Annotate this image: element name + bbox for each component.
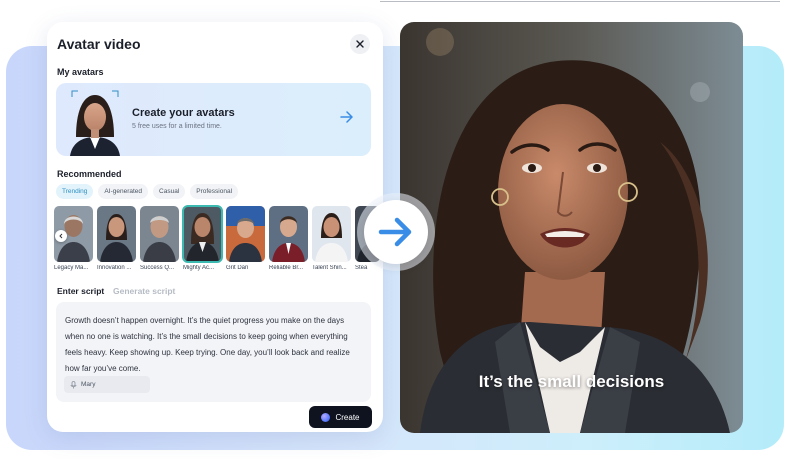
avatar-name: Talent Shin... (312, 265, 347, 271)
avatar-thumbnail (182, 205, 223, 263)
video-caption: It’s the small decisions (478, 372, 665, 391)
microphone-icon (70, 380, 77, 388)
avatar-video-panel: Avatar video My avatars Create your avat… (47, 22, 383, 432)
recommended-label: Recommended (57, 169, 122, 179)
script-text: Growth doesn’t happen overnight. It’s th… (65, 316, 350, 373)
carousel-scroll-left-button[interactable] (55, 230, 67, 242)
avatar-video-preview: It’s the small decisions (400, 22, 743, 433)
avatar-thumbnail (312, 206, 351, 262)
avatar-option[interactable]: Innovation ... (97, 206, 136, 271)
filter-chip-casual[interactable]: Casual (153, 184, 186, 199)
avatar-thumbnail (140, 206, 179, 262)
create-orb-icon (321, 412, 331, 422)
avatar-thumbnail (226, 206, 265, 262)
voice-selector[interactable]: Mary (64, 376, 150, 393)
avatar-name: Innovation ... (97, 265, 132, 271)
transform-arrow (364, 200, 428, 264)
avatar-name: Reliable Br... (269, 265, 304, 271)
panel-title: Avatar video (57, 36, 141, 52)
filter-chip-professional[interactable]: Professional (190, 184, 239, 199)
avatar-option[interactable]: Talent Shin... (312, 206, 351, 271)
avatar-thumbnail (269, 206, 308, 262)
avatar-option[interactable]: Success Q... (140, 206, 179, 271)
avatar-option[interactable]: Grit Dan (226, 206, 265, 271)
create-button-label: Create (335, 412, 360, 422)
avatar-option-selected[interactable]: Mighty Ac... (182, 205, 223, 271)
arrow-right-icon (378, 217, 412, 247)
close-button[interactable] (350, 34, 370, 54)
create-button[interactable]: Create (309, 406, 372, 428)
filter-chip-ai-generated[interactable]: AI-generated (98, 184, 149, 199)
chevron-left-icon (59, 233, 63, 239)
avatar-option[interactable]: Reliable Br... (269, 206, 308, 271)
avatar-name: Legacy Ma... (54, 265, 89, 271)
avatar-name: Grit Dan (226, 265, 249, 271)
filter-chip-trending[interactable]: Trending (56, 184, 94, 199)
avatar-name: Mighty Ac... (183, 265, 215, 271)
tab-enter-script[interactable]: Enter script (57, 286, 104, 296)
voice-name: Mary (81, 381, 96, 388)
filter-chips: Trending AI-generated Casual Professiona… (56, 184, 239, 199)
close-icon (356, 40, 364, 48)
top-divider (380, 1, 780, 2)
script-textarea[interactable]: Growth doesn’t happen overnight. It’s th… (56, 302, 371, 402)
avatar-portrait-image (70, 90, 120, 156)
arrow-right-icon (340, 111, 353, 123)
create-avatars-card[interactable]: Create your avatars 5 free uses for a li… (56, 83, 371, 156)
my-avatars-label: My avatars (57, 67, 104, 77)
avatar-carousel: Legacy Ma... Innovation ... Success Q... (54, 205, 380, 276)
create-card-title: Create your avatars (132, 107, 235, 119)
create-card-subtitle: 5 free uses for a limited time. (132, 123, 222, 130)
avatar-name: Success Q... (140, 265, 175, 271)
avatar-thumbnail (97, 206, 136, 262)
tab-generate-script[interactable]: Generate script (113, 286, 175, 296)
